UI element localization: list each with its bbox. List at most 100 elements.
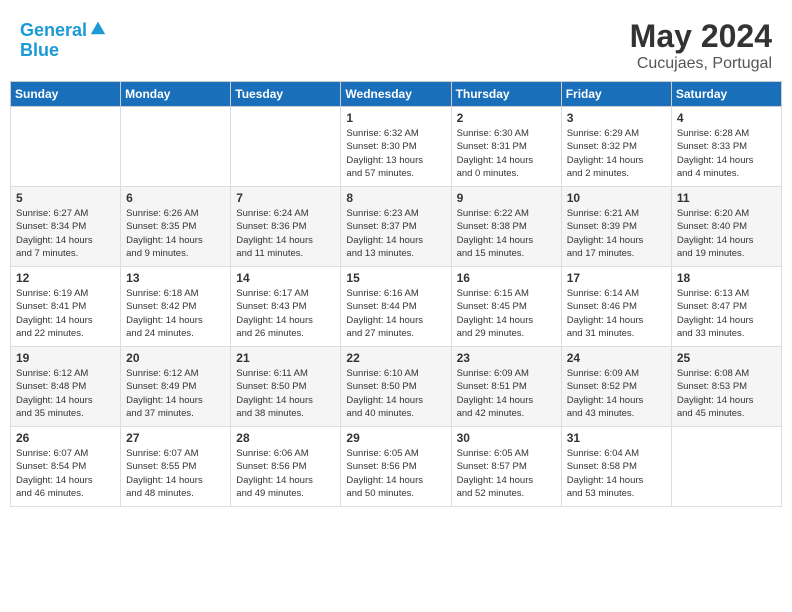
cell-line: and 40 minutes. (346, 408, 414, 419)
cell-line: Daylight: 14 hours (236, 315, 313, 326)
cell-content: Sunrise: 6:10 AMSunset: 8:50 PMDaylight:… (346, 367, 445, 420)
calendar-cell: 17Sunrise: 6:14 AMSunset: 8:46 PMDayligh… (561, 267, 671, 347)
cell-line: Sunset: 8:54 PM (16, 461, 86, 472)
cell-line: Sunset: 8:58 PM (567, 461, 637, 472)
cell-line: Sunrise: 6:08 AM (677, 368, 749, 379)
location-title: Cucujaes, Portugal (630, 55, 772, 73)
calendar-cell: 7Sunrise: 6:24 AMSunset: 8:36 PMDaylight… (231, 187, 341, 267)
calendar-cell: 31Sunrise: 6:04 AMSunset: 8:58 PMDayligh… (561, 427, 671, 507)
cell-line: and 46 minutes. (16, 488, 84, 499)
calendar-cell: 27Sunrise: 6:07 AMSunset: 8:55 PMDayligh… (121, 427, 231, 507)
day-number: 7 (236, 191, 335, 205)
cell-line: and 50 minutes. (346, 488, 414, 499)
calendar-cell: 24Sunrise: 6:09 AMSunset: 8:52 PMDayligh… (561, 347, 671, 427)
cell-line: Sunset: 8:53 PM (677, 381, 747, 392)
calendar-cell: 9Sunrise: 6:22 AMSunset: 8:38 PMDaylight… (451, 187, 561, 267)
cell-content: Sunrise: 6:06 AMSunset: 8:56 PMDaylight:… (236, 447, 335, 500)
cell-line: Sunset: 8:37 PM (346, 221, 416, 232)
cell-line: Daylight: 14 hours (457, 395, 534, 406)
cell-content: Sunrise: 6:09 AMSunset: 8:52 PMDaylight:… (567, 367, 666, 420)
calendar-week-row: 12Sunrise: 6:19 AMSunset: 8:41 PMDayligh… (11, 267, 782, 347)
cell-line: and 48 minutes. (126, 488, 194, 499)
day-number: 13 (126, 271, 225, 285)
cell-line: and 26 minutes. (236, 328, 304, 339)
calendar-cell: 14 Sunrise: 6:17 AMSunset: 8:43 PMDayligh… (231, 267, 341, 347)
cell-line: and 13 minutes. (346, 248, 414, 259)
day-number: 14 (236, 271, 335, 285)
cell-line: and 15 minutes. (457, 248, 525, 259)
cell-line: Sunset: 8:56 PM (236, 461, 306, 472)
calendar-cell: 13Sunrise: 6:18 AMSunset: 8:42 PMDayligh… (121, 267, 231, 347)
cell-line: Sunset: 8:46 PM (567, 301, 637, 312)
calendar-cell: 6Sunrise: 6:26 AMSunset: 8:35 PMDaylight… (121, 187, 231, 267)
cell-content: Sunrise: 6:16 AMSunset: 8:44 PMDaylight:… (346, 287, 445, 340)
weekday-header: Saturday (671, 82, 781, 107)
calendar-week-row: 1Sunrise: 6:32 AMSunset: 8:30 PMDaylight… (11, 107, 782, 187)
cell-content: Sunrise: 6:27 AMSunset: 8:34 PMDaylight:… (16, 207, 115, 260)
cell-line: Daylight: 14 hours (346, 395, 423, 406)
cell-line: Sunrise: 6:19 AM (16, 288, 88, 299)
cell-line: Daylight: 14 hours (236, 235, 313, 246)
calendar-table: SundayMondayTuesdayWednesdayThursdayFrid… (10, 81, 782, 507)
logo-icon (89, 18, 107, 36)
cell-line: Daylight: 14 hours (126, 475, 203, 486)
day-number: 8 (346, 191, 445, 205)
day-number: 31 (567, 431, 666, 445)
calendar-cell: 25Sunrise: 6:08 AMSunset: 8:53 PMDayligh… (671, 347, 781, 427)
weekday-header-row: SundayMondayTuesdayWednesdayThursdayFrid… (11, 82, 782, 107)
cell-line: Sunrise: 6:24 AM (236, 208, 308, 219)
cell-line: and 35 minutes. (16, 408, 84, 419)
cell-line: Daylight: 14 hours (346, 235, 423, 246)
cell-line: Sunset: 8:44 PM (346, 301, 416, 312)
day-number: 29 (346, 431, 445, 445)
cell-line: Sunrise: 6:26 AM (126, 208, 198, 219)
calendar-cell: 30Sunrise: 6:05 AMSunset: 8:57 PMDayligh… (451, 427, 561, 507)
cell-line: Sunset: 8:47 PM (677, 301, 747, 312)
cell-line: Sunrise: 6:27 AM (16, 208, 88, 219)
cell-line: and 9 minutes. (126, 248, 188, 259)
cell-line: and 27 minutes. (346, 328, 414, 339)
weekday-header: Sunday (11, 82, 121, 107)
cell-line: Sunset: 8:55 PM (126, 461, 196, 472)
cell-line: and 17 minutes. (567, 248, 635, 259)
calendar-cell (231, 107, 341, 187)
cell-line: Sunset: 8:38 PM (457, 221, 527, 232)
cell-line: Sunrise: 6:05 AM (457, 448, 529, 459)
cell-line: Daylight: 14 hours (126, 235, 203, 246)
cell-line: and 22 minutes. (16, 328, 84, 339)
cell-line: Daylight: 13 hours (346, 155, 423, 166)
cell-line: Daylight: 14 hours (346, 315, 423, 326)
calendar-week-row: 19Sunrise: 6:12 AMSunset: 8:48 PMDayligh… (11, 347, 782, 427)
cell-content: Sunrise: 6:19 AMSunset: 8:41 PMDaylight:… (16, 287, 115, 340)
cell-line: and 7 minutes. (16, 248, 78, 259)
cell-content: Sunrise: 6:09 AMSunset: 8:51 PMDaylight:… (457, 367, 556, 420)
cell-line: Sunrise: 6:07 AM (126, 448, 198, 459)
calendar-cell: 1Sunrise: 6:32 AMSunset: 8:30 PMDaylight… (341, 107, 451, 187)
cell-line: Daylight: 14 hours (16, 315, 93, 326)
cell-line: Daylight: 14 hours (457, 315, 534, 326)
cell-line: Daylight: 14 hours (236, 475, 313, 486)
calendar-cell: 8 Sunrise: 6:23 AM Sunset: 8:37 PM Daylight… (341, 187, 451, 267)
day-number: 21 (236, 351, 335, 365)
cell-content: Sunrise: 6:14 AMSunset: 8:46 PMDaylight:… (567, 287, 666, 340)
day-number: 2 (457, 111, 556, 125)
cell-line: Daylight: 14 hours (677, 235, 754, 246)
cell-line: Sunrise: 6:12 AM (16, 368, 88, 379)
cell-line: and 0 minutes. (457, 168, 519, 179)
cell-line: and 38 minutes. (236, 408, 304, 419)
weekday-header: Monday (121, 82, 231, 107)
weekday-header: Wednesday (341, 82, 451, 107)
cell-line: Daylight: 14 hours (236, 395, 313, 406)
cell-line: Daylight: 14 hours (567, 315, 644, 326)
logo: General Blue (20, 18, 107, 61)
cell-line: and 11 minutes. (236, 248, 303, 259)
day-number: 5 (16, 191, 115, 205)
cell-content: Sunrise: 6:12 AMSunset: 8:48 PMDaylight:… (16, 367, 115, 420)
calendar-cell: 10Sunrise: 6:21 AMSunset: 8:39 PMDayligh… (561, 187, 671, 267)
cell-line: and 45 minutes. (677, 408, 745, 419)
calendar-cell: 26Sunrise: 6:07 AMSunset: 8:54 PMDayligh… (11, 427, 121, 507)
day-number: 25 (677, 351, 776, 365)
cell-content: Sunrise: 6:17 AMSunset: 8:43 PMDaylight:… (236, 287, 335, 340)
cell-line: and 19 minutes. (677, 248, 745, 259)
cell-line: Sunrise: 6:23 AM (346, 208, 418, 219)
